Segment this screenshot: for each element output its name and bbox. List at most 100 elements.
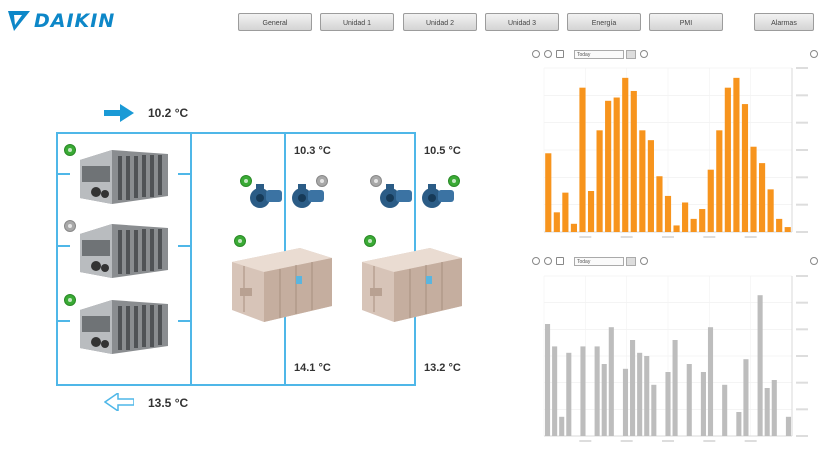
chart-bar[interactable] xyxy=(716,130,723,232)
chart-bar[interactable] xyxy=(672,340,678,436)
chart-bar[interactable] xyxy=(605,100,612,232)
arrow-left-icon xyxy=(104,393,134,411)
ahu-2-icon[interactable] xyxy=(360,244,464,324)
chart-bar[interactable] xyxy=(757,295,763,436)
chart-bar[interactable] xyxy=(566,352,572,436)
chiller-2-icon[interactable] xyxy=(78,222,170,280)
chart-bar[interactable] xyxy=(559,416,565,436)
chart-bar[interactable] xyxy=(724,87,731,233)
chart-bar[interactable] xyxy=(644,356,650,436)
pump-3-icon[interactable] xyxy=(378,182,414,210)
chart-bar[interactable] xyxy=(743,359,749,436)
chart-bar[interactable] xyxy=(741,104,749,232)
nav-alarmas-button[interactable]: Alarmas xyxy=(754,13,814,31)
search-icon[interactable] xyxy=(640,257,648,265)
chart-bar[interactable] xyxy=(630,340,636,436)
chart-bar[interactable] xyxy=(580,346,586,436)
settings-icon[interactable] xyxy=(810,257,818,265)
chiller-2-status-icon xyxy=(64,220,76,232)
chart-bar[interactable] xyxy=(596,130,603,232)
chart-bar[interactable] xyxy=(639,130,646,232)
search-icon[interactable] xyxy=(640,50,648,58)
bottom-chart-apply-button[interactable] xyxy=(626,257,636,266)
chart-bar[interactable] xyxy=(570,223,578,232)
chart-bar[interactable] xyxy=(700,372,706,436)
chart-bar[interactable] xyxy=(622,368,629,436)
chart-bar[interactable] xyxy=(656,176,663,232)
branch2-inlet-temperature: 10.5 °C xyxy=(424,145,461,157)
chart-bar[interactable] xyxy=(682,202,689,232)
pump-4-icon[interactable] xyxy=(420,182,456,210)
y-tick-mark xyxy=(796,328,808,331)
nav-unidad1-button[interactable]: Unidad 1 xyxy=(320,13,394,31)
chart-bar[interactable] xyxy=(771,380,777,436)
chart-bar[interactable] xyxy=(608,327,614,436)
y-tick-mark xyxy=(796,275,808,277)
chart-bar[interactable] xyxy=(594,346,600,436)
chart-bar[interactable] xyxy=(690,218,697,232)
chart-bar[interactable] xyxy=(651,384,657,436)
chart-bar[interactable] xyxy=(686,364,692,436)
zoom-in-icon[interactable] xyxy=(532,257,540,265)
y-tick-mark xyxy=(796,121,808,124)
zoom-out-icon[interactable] xyxy=(544,257,552,265)
chart-bar[interactable] xyxy=(544,324,551,436)
nav-unidad3-button[interactable]: Unidad 3 xyxy=(485,13,559,31)
calendar-icon[interactable] xyxy=(556,50,564,58)
chart-bar[interactable] xyxy=(587,191,595,232)
chart-bar[interactable] xyxy=(630,90,637,233)
ahu-1-icon[interactable] xyxy=(230,244,334,324)
chart-bar[interactable] xyxy=(707,327,714,436)
chart-bar[interactable] xyxy=(552,346,558,436)
chart-bar[interactable] xyxy=(785,416,792,436)
zoom-out-icon[interactable] xyxy=(544,50,552,58)
pump-1-icon[interactable] xyxy=(248,182,284,210)
chart-bar[interactable] xyxy=(733,77,740,232)
nav-energia-button[interactable]: Energía xyxy=(567,13,641,31)
bottom-chart-range-select[interactable]: Today xyxy=(574,257,624,266)
calendar-icon[interactable] xyxy=(556,257,564,265)
chart-bar[interactable] xyxy=(764,388,770,436)
nav-pmi-button[interactable]: PMI xyxy=(649,13,723,31)
chart-bar[interactable] xyxy=(707,169,714,232)
chart-bar[interactable] xyxy=(613,97,620,232)
chart-bar[interactable] xyxy=(622,77,629,232)
chart-bar[interactable] xyxy=(784,227,791,232)
chiller-left-pipe xyxy=(56,132,58,386)
y-tick-mark xyxy=(796,301,808,304)
top-chart-apply-button[interactable] xyxy=(626,50,636,59)
zoom-in-icon[interactable] xyxy=(532,50,540,58)
chart-bar[interactable] xyxy=(553,212,560,232)
settings-icon[interactable] xyxy=(810,50,818,58)
chart-bar[interactable] xyxy=(562,192,569,232)
chart-bar[interactable] xyxy=(665,372,671,436)
chart-bar[interactable] xyxy=(579,87,586,233)
nav-unidad2-button[interactable]: Unidad 2 xyxy=(403,13,477,31)
chart-bar[interactable] xyxy=(647,140,654,232)
chart-bar[interactable] xyxy=(758,163,766,232)
chart-bar[interactable] xyxy=(637,352,643,436)
bottom-bar-chart xyxy=(543,275,808,442)
chart-bar[interactable] xyxy=(750,146,757,232)
top-chart-range-select[interactable]: Today xyxy=(574,50,624,59)
y-tick-mark xyxy=(796,231,808,233)
chart-bar[interactable] xyxy=(664,195,672,232)
y-tick-mark xyxy=(796,381,808,384)
chart-bar[interactable] xyxy=(545,153,552,232)
chiller-3-icon[interactable] xyxy=(78,298,170,356)
nav-general-button[interactable]: General xyxy=(238,13,312,31)
chiller-3-status-icon xyxy=(64,294,76,306)
chiller-1-icon[interactable] xyxy=(78,148,170,206)
pipe-stub xyxy=(58,245,70,247)
chart-bar[interactable] xyxy=(736,412,742,436)
chart-bar[interactable] xyxy=(767,189,774,232)
pipe-stub xyxy=(178,245,190,247)
pump-2-icon[interactable] xyxy=(290,182,326,210)
chart-bar[interactable] xyxy=(673,225,680,232)
supply-header-pipe xyxy=(56,132,416,134)
chart-bar[interactable] xyxy=(722,384,728,436)
chart-bar[interactable] xyxy=(601,364,607,436)
chart-bar[interactable] xyxy=(699,209,706,232)
chart-bar[interactable] xyxy=(776,218,783,232)
y-tick-mark xyxy=(796,203,808,206)
